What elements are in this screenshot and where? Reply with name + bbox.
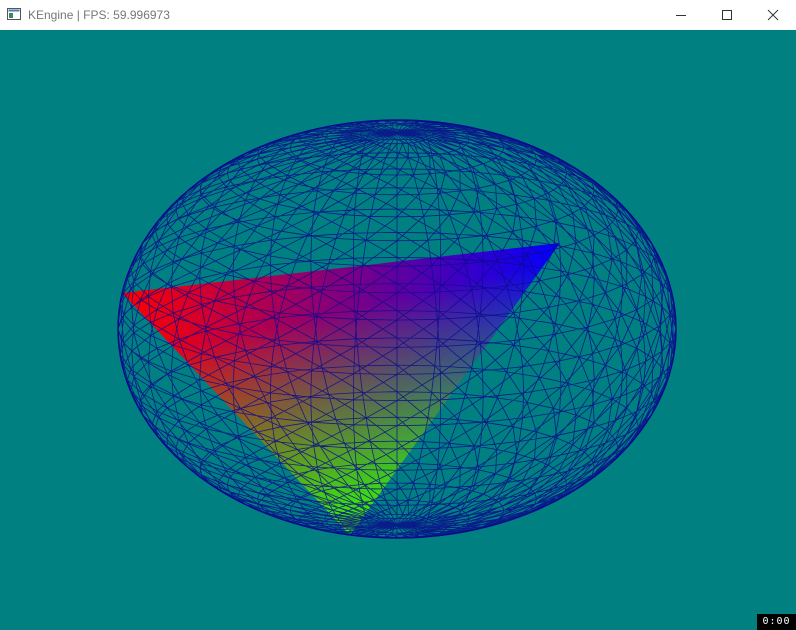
render-viewport[interactable]: [0, 30, 796, 630]
window-title: KEngine | FPS: 59.996973: [28, 8, 170, 22]
close-button[interactable]: [750, 0, 796, 30]
title-bar[interactable]: KEngine | FPS: 59.996973: [0, 0, 796, 30]
minimize-button[interactable]: [658, 0, 704, 30]
maximize-icon: [722, 10, 732, 20]
app-window: KEngine | FPS: 59.996973 0:00: [0, 0, 796, 630]
timer-overlay: 0:00: [757, 614, 796, 630]
maximize-button[interactable]: [704, 0, 750, 30]
app-icon: [7, 8, 21, 20]
close-icon: [767, 9, 779, 21]
scene-canvas: [117, 119, 677, 539]
minimize-icon: [676, 15, 686, 16]
